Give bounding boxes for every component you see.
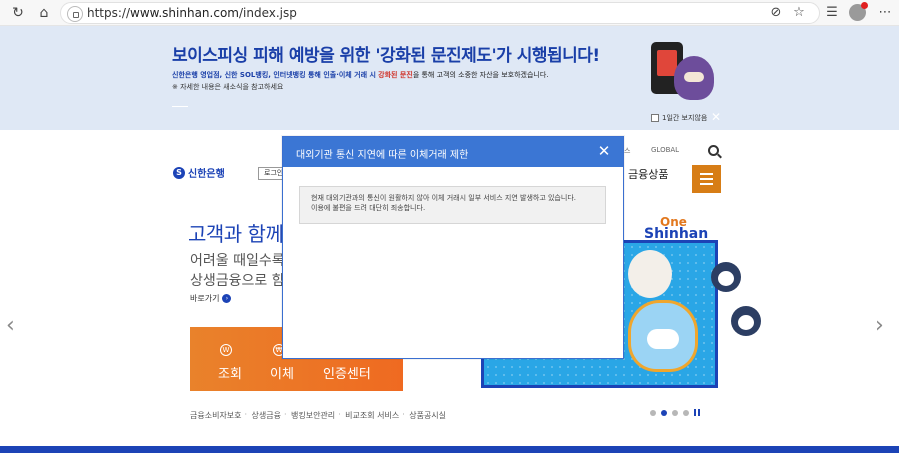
profile-avatar[interactable] — [849, 2, 868, 21]
logo-mark-icon: S — [173, 166, 185, 179]
footer-link[interactable]: 비교조회 서비스 — [338, 410, 399, 421]
footer-link[interactable]: 뱅킹보안관리 — [284, 410, 335, 421]
quick-certificate-button[interactable]: 인증센터 — [323, 363, 371, 382]
banner-headline: 보이스피싱 피해 예방을 위한 '강화된 문진제도'가 시행됩니다! — [172, 46, 600, 66]
modal-message: 이용에 불편을 드려 대단히 죄송합니다. — [311, 204, 426, 212]
footer-link[interactable]: 상생금융 — [244, 410, 281, 421]
reload-icon[interactable]: ↻ — [8, 3, 28, 23]
notice-banner: 보이스피싱 피해 예방을 위한 '강화된 문진제도'가 시행됩니다! 신한은행 … — [0, 26, 899, 130]
penguin-illustration — [711, 262, 741, 292]
carousel-dot[interactable] — [650, 409, 656, 416]
home-icon[interactable]: ⌂ — [34, 3, 54, 23]
bear-character-illustration — [628, 250, 672, 298]
quick-inquiry-button[interactable]: 조회 — [218, 363, 242, 382]
character-illustration — [674, 56, 714, 100]
hamburger-menu-button[interactable] — [692, 165, 721, 193]
inquiry-icon: W — [220, 344, 232, 356]
banner-close-icon[interactable]: ✕ — [711, 110, 721, 124]
favorites-list-icon[interactable]: ☰ — [822, 3, 842, 23]
modal-message-box: 현재 대외기관과의 통신이 원활하지 않아 이체 거래시 일부 서비스 지연 발… — [299, 186, 606, 224]
global-link[interactable]: GLOBAL — [651, 146, 679, 154]
browser-toolbar: ↻ ⌂ https://www.shinhan.com/index.jsp ⊘ … — [0, 0, 899, 26]
arrow-right-icon: › — [222, 294, 232, 303]
notice-modal: 대외기관 통신 지연에 따른 이체거래 제한 ✕ 현재 대외기관과의 통신이 원… — [282, 136, 624, 359]
quick-transfer-button[interactable]: 이체 — [270, 363, 294, 382]
banner-divider — [172, 106, 188, 107]
hero-title: 고객과 함께 — [188, 222, 284, 246]
search-icon[interactable] — [708, 145, 719, 156]
penguin-illustration — [731, 306, 761, 336]
checkbox-box[interactable] — [651, 114, 659, 122]
site-info-icon[interactable] — [67, 6, 83, 22]
banner-description: 신한은행 영업점, 신한 SOL뱅킹, 인터넷뱅킹 통해 인출·이체 거래 시 … — [172, 71, 549, 79]
footer-links: 금융소비자보호 상생금융 뱅킹보안관리 비교조회 서비스 상품공시실 — [190, 410, 446, 421]
hero-shortcut-link[interactable]: 바로가기 › — [190, 293, 232, 304]
carousel-prev-icon[interactable]: ‹ — [6, 313, 15, 338]
mascot-character-illustration — [628, 300, 698, 372]
modal-title: 대외기관 통신 지연에 따른 이체거래 제한 — [296, 150, 469, 161]
tracking-prevention-icon[interactable]: ⊘ — [766, 3, 786, 23]
nav-financial-products[interactable]: 금융상품 — [628, 166, 668, 182]
pause-icon[interactable] — [694, 409, 700, 416]
shinhan-logo[interactable]: S 신한은행 — [173, 165, 225, 180]
close-icon[interactable]: ✕ — [595, 142, 613, 160]
carousel-dot[interactable] — [672, 409, 678, 416]
address-bar[interactable]: https://www.shinhan.com/index.jsp — [60, 2, 820, 24]
banner-note: ※ 자세한 내용은 새소식을 참고하세요 — [172, 83, 284, 91]
carousel-next-icon[interactable]: › — [875, 313, 884, 338]
carousel-pager — [650, 409, 700, 416]
top-link-menu[interactable]: 스 — [624, 146, 630, 156]
modal-message: 현재 대외기관과의 통신이 원활하지 않아 이체 거래시 일부 서비스 지연 발… — [311, 194, 576, 202]
bottom-accent-bar — [0, 446, 899, 453]
more-options-icon[interactable]: ⋯ — [875, 3, 895, 23]
dont-show-today-checkbox[interactable]: 1일간 보지않음 — [651, 113, 707, 123]
footer-link[interactable]: 상품공시실 — [402, 410, 446, 421]
modal-header: 대외기관 통신 지연에 따른 이체거래 제한 ✕ — [283, 137, 623, 167]
promo-brand-shinhan: Shinhan — [644, 226, 709, 242]
carousel-dot-active[interactable] — [661, 409, 667, 416]
carousel-dot[interactable] — [683, 409, 689, 416]
footer-link[interactable]: 금융소비자보호 — [190, 410, 242, 421]
favorite-star-icon[interactable]: ☆ — [789, 3, 809, 23]
url-text: https://www.shinhan.com/index.jsp — [87, 6, 297, 20]
